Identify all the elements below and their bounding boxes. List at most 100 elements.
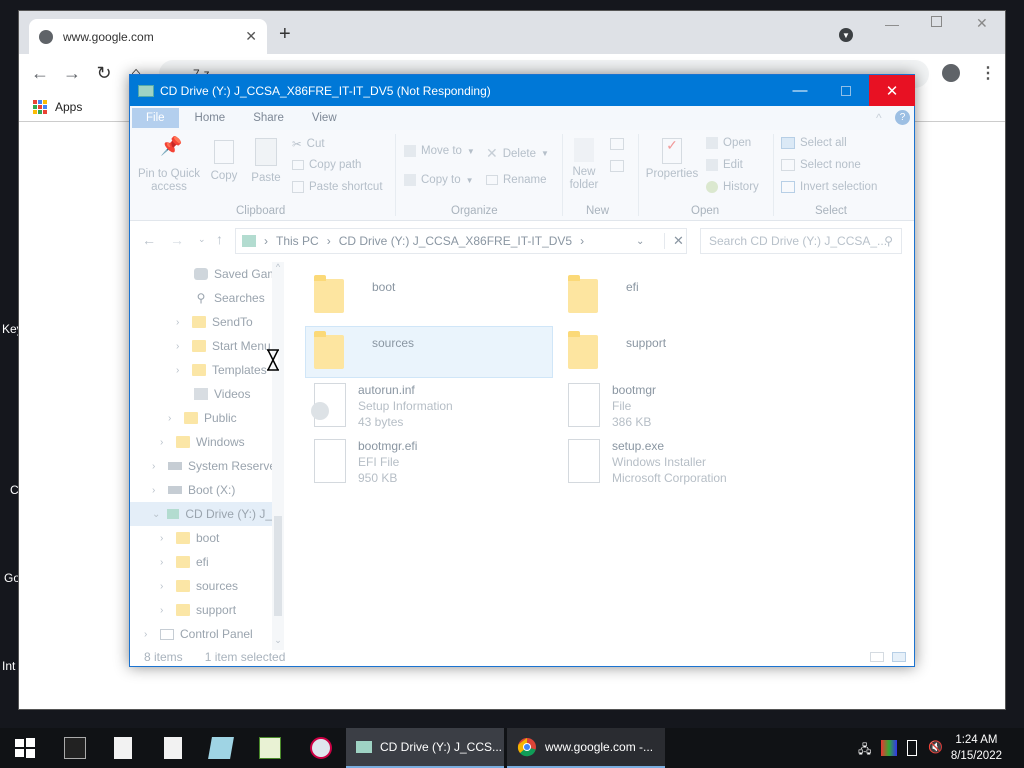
select-none-button[interactable]: Select none <box>781 159 861 171</box>
chevron-right-icon[interactable]: › <box>176 317 186 328</box>
chevron-right-icon[interactable]: › <box>160 605 170 616</box>
tab-home[interactable]: Home <box>181 106 240 130</box>
chevron-right-icon[interactable]: › <box>152 461 162 472</box>
chevron-right-icon[interactable]: › <box>160 581 170 592</box>
breadcrumb-this-pc[interactable]: This PC <box>276 234 319 248</box>
nav-item[interactable]: Videos <box>194 382 250 406</box>
chevron-down-icon[interactable]: ⌄ <box>152 509 161 520</box>
explorer-close-button[interactable]: ✕ <box>869 75 915 106</box>
back-icon[interactable]: ← <box>31 63 49 83</box>
network-disconnected-icon[interactable]: 🖧 <box>858 740 874 756</box>
history-button[interactable]: History <box>706 181 759 193</box>
paste-button[interactable]: Paste <box>248 138 284 185</box>
windows-start-icon[interactable] <box>14 737 36 759</box>
pin-to-quick-access-button[interactable]: 📌 Pin to Quick access <box>138 137 200 194</box>
paste-shortcut-button[interactable]: Paste shortcut <box>292 181 383 193</box>
nav-item[interactable]: ⚲ Searches <box>194 286 265 310</box>
properties-button[interactable]: ✓ Properties <box>644 138 700 181</box>
desktop-label-int[interactable]: Int <box>2 659 15 673</box>
nav-item[interactable]: › Templates <box>176 358 267 382</box>
chevron-right-icon[interactable]: › <box>176 341 186 352</box>
menu-dots-icon[interactable]: ⋮ <box>980 63 996 83</box>
nav-item[interactable]: › efi <box>160 550 209 574</box>
new-folder-button[interactable]: New folder <box>566 138 602 192</box>
scroll-down-icon[interactable]: ⌄ <box>272 635 284 646</box>
select-all-button[interactable]: Select all <box>781 137 847 149</box>
chevron-right-icon[interactable]: › <box>168 413 178 424</box>
profile-icon[interactable] <box>942 64 960 82</box>
details-view-icon[interactable] <box>870 652 884 662</box>
nav-item[interactable]: › sources <box>160 574 238 598</box>
explorer-minimize-button[interactable]: — <box>777 75 823 106</box>
explorer-maximize-button[interactable] <box>823 75 869 106</box>
nav-item[interactable]: › boot <box>160 526 219 550</box>
tab-share[interactable]: Share <box>239 106 298 130</box>
forward-arrow-icon[interactable]: → <box>170 232 184 248</box>
chevron-right-icon[interactable]: › <box>160 437 170 448</box>
address-dropdown-icon[interactable]: ⌄ <box>636 236 644 247</box>
folder-item-sources[interactable]: sources <box>314 331 414 369</box>
tab-file[interactable]: File <box>132 108 179 128</box>
taskbar-explorer-button[interactable]: CD Drive (Y:) J_CCS... <box>346 728 504 768</box>
nav-item[interactable]: › SendTo <box>176 310 253 334</box>
collapse-ribbon-icon[interactable]: ^ <box>876 111 882 125</box>
chevron-right-icon[interactable]: › <box>176 365 186 376</box>
copy-button[interactable]: Copy <box>206 140 242 183</box>
reload-icon[interactable]: ↻ <box>95 63 113 83</box>
taskbar-chrome-button[interactable]: www.google.com -... <box>507 728 665 768</box>
usb-device-icon[interactable] <box>907 740 917 756</box>
taskbar-clock[interactable]: 1:24 AM 8/15/2022 <box>951 732 1002 764</box>
file-item-bootmgr[interactable]: bootmgr File 386 KB <box>568 383 656 429</box>
rename-button[interactable]: Rename <box>486 174 546 186</box>
apps-bookmark[interactable]: Apps <box>55 100 82 114</box>
nav-item-selected[interactable]: ⌄ CD Drive (Y:) J_ <box>130 502 272 526</box>
address-clear-icon[interactable]: ✕ <box>664 233 684 249</box>
nav-item[interactable]: › support <box>160 598 236 622</box>
task-manager-icon[interactable] <box>259 737 281 759</box>
chevron-right-icon[interactable]: › <box>160 533 170 544</box>
nav-scrollbar[interactable]: ^ ⌄ <box>272 262 284 650</box>
nav-item[interactable]: › Boot (X:) <box>152 478 235 502</box>
folder-item-support[interactable]: support <box>568 331 666 369</box>
chevron-right-icon[interactable]: › <box>160 557 170 568</box>
copy-path-button[interactable]: Copy path <box>292 159 361 171</box>
up-arrow-icon[interactable]: ↑ <box>216 231 223 247</box>
nav-item[interactable]: › Public <box>168 406 237 430</box>
nav-item[interactable]: › Start Menu <box>176 334 271 358</box>
help-icon[interactable]: ? <box>895 110 910 125</box>
folder-item-efi[interactable]: efi <box>568 275 639 313</box>
open-button[interactable]: Open <box>706 137 751 149</box>
volume-muted-icon[interactable]: 🔇 <box>928 740 944 756</box>
tab-view[interactable]: View <box>298 106 351 130</box>
mspaint-icon[interactable] <box>208 737 234 759</box>
chrome-tab[interactable]: www.google.com ✕ <box>29 19 267 54</box>
breadcrumb-cd-drive[interactable]: CD Drive (Y:) J_CCSA_X86FRE_IT-IT_DV5 <box>339 234 572 248</box>
new-tab-icon[interactable]: + <box>279 23 291 46</box>
cut-button[interactable]: ✂ Cut <box>292 137 325 151</box>
document-icon[interactable] <box>164 737 182 759</box>
invert-selection-button[interactable]: Invert selection <box>781 181 877 193</box>
move-to-button[interactable]: Move to ▼ <box>404 145 475 157</box>
recent-locations-icon[interactable]: ⌄ <box>198 234 206 245</box>
scroll-thumb[interactable] <box>274 516 282 616</box>
file-item-autorun[interactable]: autorun.inf Setup Information 43 bytes <box>311 383 453 429</box>
file-item-setup-exe[interactable]: setup.exe Windows Installer Microsoft Corp… <box>568 439 727 485</box>
large-icons-view-icon[interactable] <box>892 652 906 662</box>
chevron-right-icon[interactable]: › <box>144 629 154 640</box>
search-input[interactable]: Search CD Drive (Y:) J_CCSA_... ⚲ <box>700 228 902 254</box>
minimize-icon[interactable]: — <box>885 16 899 32</box>
explorer-titlebar[interactable]: CD Drive (Y:) J_CCSA_X86FRE_IT-IT_DV5 (N… <box>130 75 915 106</box>
edit-button[interactable]: Edit <box>706 159 743 171</box>
delete-button[interactable]: ✕ Delete ▼ <box>486 145 549 162</box>
maximize-icon[interactable] <box>931 16 942 27</box>
nav-item[interactable]: › Windows <box>160 430 245 454</box>
document-icon[interactable] <box>114 737 132 759</box>
close-tab-icon[interactable]: ✕ <box>245 28 257 45</box>
nav-item[interactable]: › Control Panel <box>144 622 253 646</box>
nav-item[interactable]: › System Reserve <box>152 454 276 478</box>
close-window-icon[interactable]: ✕ <box>976 15 988 32</box>
cmd-icon[interactable] <box>64 737 86 759</box>
address-bar[interactable]: › This PC › CD Drive (Y:) J_CCSA_X86FRE_… <box>235 228 687 254</box>
folder-item-boot[interactable]: boot <box>314 275 395 313</box>
scroll-up-icon[interactable]: ^ <box>272 262 284 272</box>
